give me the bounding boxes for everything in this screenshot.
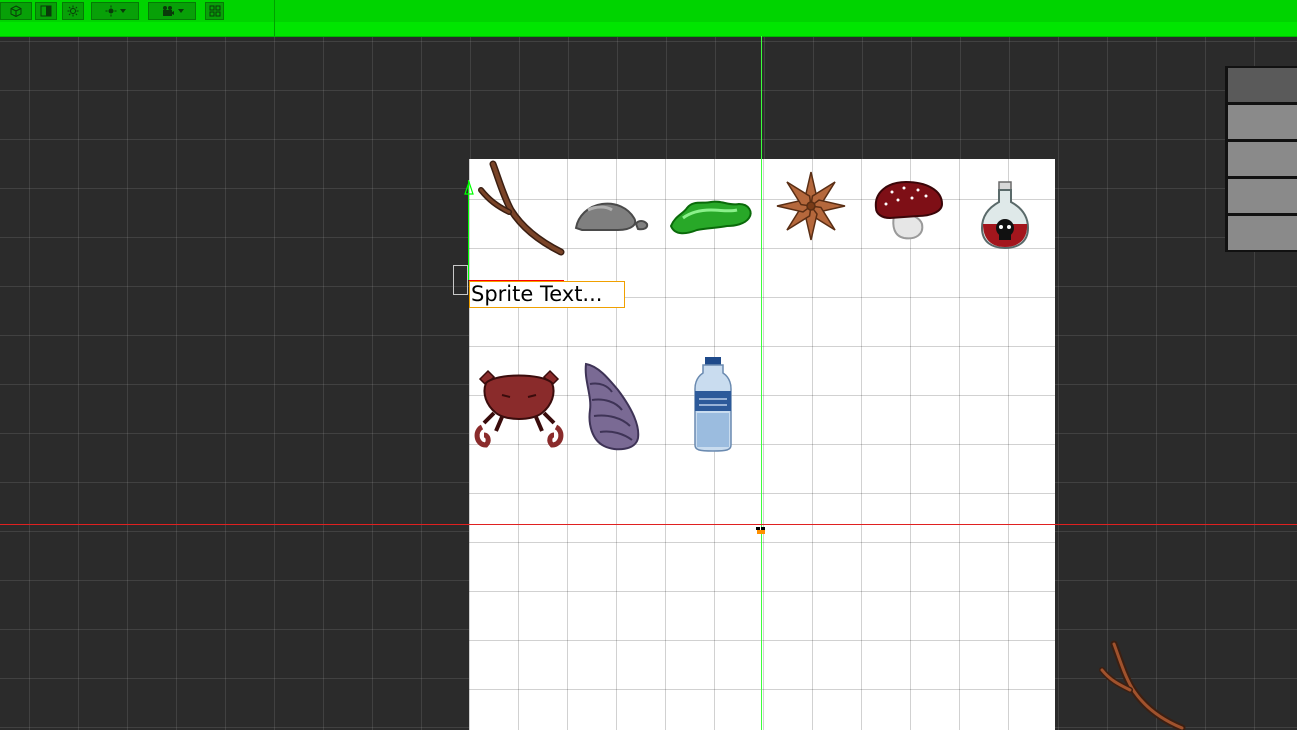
panel-row[interactable] [1228, 68, 1297, 102]
y-axis-line [761, 36, 762, 730]
grid-icon [209, 5, 221, 17]
scene-toolbar [0, 0, 1297, 37]
chevron-down-icon [177, 9, 184, 13]
sprite-text-object[interactable]: Sprite Text... [469, 281, 625, 308]
water-bottle-sprite[interactable] [693, 355, 733, 453]
chevron-down-icon [119, 9, 126, 13]
shell-sprite[interactable] [578, 360, 644, 452]
stick-sprite[interactable] [475, 160, 567, 258]
slime-sprite[interactable] [669, 198, 755, 238]
scene-gizmo-panel[interactable] [1225, 66, 1297, 252]
star-anise-sprite[interactable] [772, 170, 850, 242]
x-axis-line [0, 524, 1297, 525]
camera-dropdown[interactable] [148, 2, 196, 20]
rock-sprite[interactable] [574, 200, 650, 234]
lighting-toggle-button[interactable] [62, 2, 84, 20]
panel-row[interactable] [1228, 105, 1297, 139]
grid-toggle-button[interactable] [205, 2, 224, 20]
cube-icon [10, 5, 22, 17]
poison-bottle-sprite[interactable] [980, 180, 1034, 250]
gizmo-up-arrow-icon[interactable] [464, 180, 474, 199]
rect-transform-handle[interactable] [453, 265, 468, 295]
shaded-mode-button[interactable] [0, 2, 32, 20]
mushroom-sprite[interactable] [874, 180, 944, 242]
sun-settings-icon [105, 5, 117, 17]
panel-row[interactable] [1228, 216, 1297, 250]
half-circle-icon [40, 5, 52, 17]
origin-marker-icon [756, 520, 766, 534]
crab-sprite[interactable] [472, 365, 566, 453]
stick-sprite-offscreen[interactable] [1098, 640, 1192, 730]
panel-row[interactable] [1228, 179, 1297, 213]
sun-icon [67, 5, 79, 17]
panel-row[interactable] [1228, 142, 1297, 176]
camera-icon [161, 5, 175, 17]
2d-toggle-button[interactable] [35, 2, 57, 20]
effects-dropdown[interactable] [91, 2, 139, 20]
toolbar-divider [274, 0, 275, 36]
